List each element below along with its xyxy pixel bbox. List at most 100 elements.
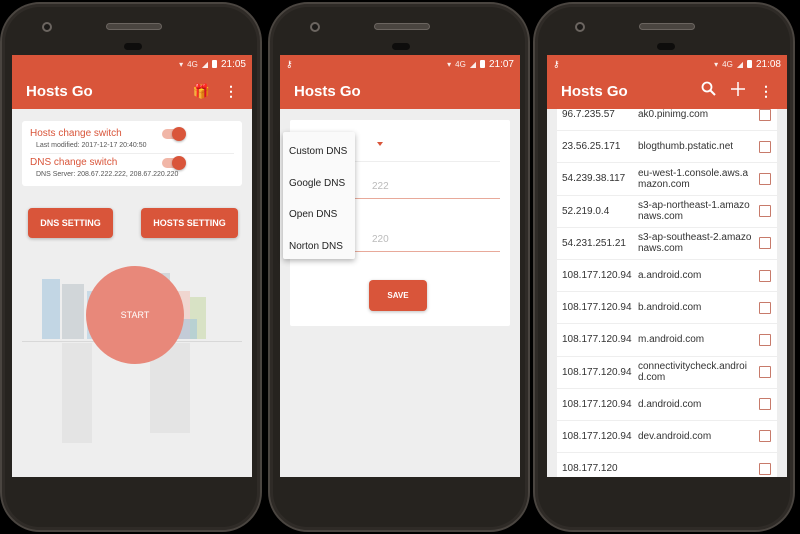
- status-time: 21:05: [220, 58, 246, 70]
- phone-dns-screen: ⚷ ▾ 4G ◢ 21:07 Hosts Go 222 220 SAVE Cus…: [268, 2, 530, 532]
- host-ip: 23.56.25.171: [562, 141, 621, 153]
- host-name: dev.android.com: [638, 430, 712, 442]
- earpiece-speaker: [639, 23, 695, 30]
- dns-server-text: DNS Server: 208.67.222.222, 208.67.220.2…: [36, 171, 179, 178]
- host-ip: 96.7.235.57: [562, 109, 615, 121]
- host-ip: 108.177.120.94: [562, 366, 632, 378]
- hosts-setting-button[interactable]: HOSTS SETTING: [141, 208, 238, 238]
- host-checkbox[interactable]: [759, 140, 771, 153]
- host-row[interactable]: 108.177.120: [557, 453, 777, 477]
- host-name: m.android.com: [638, 334, 705, 346]
- menu-item-norton-dns[interactable]: Norton DNS: [283, 231, 355, 263]
- front-camera: [575, 22, 585, 32]
- app-bar: ⚷ ▾ 4G ◢ 21:08 Hosts Go ⋮: [547, 55, 787, 109]
- gift-icon[interactable]: 🎁: [193, 83, 210, 100]
- host-checkbox[interactable]: [759, 109, 771, 121]
- wifi-icon: ▾: [447, 59, 452, 69]
- menu-item-open-dns[interactable]: Open DNS: [283, 199, 355, 231]
- app-title: Hosts Go: [294, 82, 361, 100]
- search-icon[interactable]: [701, 81, 717, 102]
- menu-item-google-dns[interactable]: Google DNS: [283, 168, 355, 200]
- lte-icon: 4G: [722, 59, 733, 69]
- host-row[interactable]: 108.177.120.94 b.android.com: [557, 292, 777, 325]
- host-checkbox[interactable]: [759, 237, 771, 250]
- dns-change-toggle[interactable]: [162, 156, 186, 170]
- app-bar: ▾ 4G ◢ 21:05 Hosts Go 🎁 ⋮: [12, 55, 252, 109]
- host-ip: 108.177.120.94: [562, 334, 632, 346]
- host-row[interactable]: 54.231.251.21 s3-ap-southeast-2.amazonaws…: [557, 228, 777, 260]
- host-name: a.android.com: [638, 270, 702, 282]
- host-row[interactable]: 108.177.120.94 d.android.com: [557, 389, 777, 421]
- host-ip: 108.177.120.94: [562, 302, 632, 314]
- screen-hosts-list: ⚷ ▾ 4G ◢ 21:08 Hosts Go ⋮ 96.7.235.57 ak…: [547, 55, 787, 477]
- host-ip: 108.177.120.94: [562, 398, 632, 410]
- host-ip: 54.231.251.21: [562, 237, 626, 249]
- host-checkbox[interactable]: [759, 462, 771, 475]
- wifi-icon: ▾: [714, 59, 719, 69]
- more-vert-icon[interactable]: ⋮: [224, 84, 238, 98]
- dns-provider-dropdown: Custom DNS Google DNS Open DNS Norton DN…: [283, 132, 355, 259]
- host-row[interactable]: 108.177.120.94 connectivitycheck.android.…: [557, 357, 777, 389]
- add-icon[interactable]: [731, 81, 745, 101]
- battery-icon: [479, 60, 485, 68]
- status-bar: ⚷ ▾ 4G ◢ 21:07: [280, 55, 520, 73]
- host-row[interactable]: 108.177.120.94 m.android.com: [557, 324, 777, 357]
- host-name: s3-ap-southeast-2.amazonaws.com: [638, 232, 752, 255]
- building: [42, 279, 60, 339]
- app-title: Hosts Go: [561, 82, 628, 100]
- proximity-sensor: [124, 43, 142, 50]
- front-camera: [42, 22, 52, 32]
- dns-switch-row: DNS change switch DNS Server: 208.67.222…: [30, 153, 234, 182]
- front-camera: [310, 22, 320, 32]
- status-time: 21:07: [488, 58, 514, 70]
- earpiece-speaker: [106, 23, 162, 30]
- host-name: d.android.com: [638, 398, 702, 410]
- host-checkbox[interactable]: [759, 269, 771, 282]
- save-button[interactable]: SAVE: [369, 280, 427, 311]
- reflection: [62, 343, 92, 443]
- toolbar: Hosts Go: [280, 73, 520, 109]
- start-button[interactable]: START: [86, 266, 184, 364]
- app-title: Hosts Go: [26, 82, 93, 100]
- host-checkbox[interactable]: [759, 366, 771, 379]
- host-checkbox[interactable]: [759, 205, 771, 218]
- phone-main-screen: ▾ 4G ◢ 21:05 Hosts Go 🎁 ⋮ Hosts change s…: [0, 2, 262, 532]
- stage: ▾ 4G ◢ 21:05 Hosts Go 🎁 ⋮ Hosts change s…: [0, 0, 800, 534]
- toolbar: Hosts Go 🎁 ⋮: [12, 73, 252, 109]
- signal-icon: ◢: [736, 59, 743, 69]
- host-name: blogthumb.pstatic.net: [638, 141, 734, 153]
- lte-icon: 4G: [455, 59, 466, 69]
- host-checkbox[interactable]: [759, 398, 771, 411]
- host-name: b.android.com: [638, 302, 702, 314]
- host-ip: 52.219.0.4: [562, 205, 610, 217]
- menu-item-custom-dns[interactable]: Custom DNS: [283, 136, 355, 168]
- host-checkbox[interactable]: [759, 172, 771, 185]
- screen-main: ▾ 4G ◢ 21:05 Hosts Go 🎁 ⋮ Hosts change s…: [12, 55, 252, 477]
- host-checkbox[interactable]: [759, 333, 771, 346]
- dropdown-arrow-icon[interactable]: [377, 142, 383, 146]
- host-row[interactable]: 54.239.38.117 eu-west-1.console.aws.amazo…: [557, 163, 777, 196]
- earpiece-speaker: [374, 23, 430, 30]
- host-row[interactable]: 108.177.120.94 a.android.com: [557, 260, 777, 293]
- host-checkbox[interactable]: [759, 301, 771, 314]
- wifi-icon: ▾: [179, 59, 184, 69]
- host-row[interactable]: 108.177.120.94 dev.android.com: [557, 421, 777, 454]
- last-modified-text: Last modified: 2017-12-17 20:40:50: [36, 142, 147, 149]
- hosts-list: 96.7.235.57 ak0.pinimg.com 23.56.25.171 blo…: [557, 109, 777, 477]
- building: [62, 284, 84, 339]
- toolbar: Hosts Go ⋮: [547, 73, 787, 109]
- host-row[interactable]: 96.7.235.57 ak0.pinimg.com: [557, 109, 777, 132]
- screen-dns-setting: ⚷ ▾ 4G ◢ 21:07 Hosts Go 222 220 SAVE: [280, 55, 520, 477]
- host-row[interactable]: 52.219.0.4 s3-ap-northeast-1.amazonaws.co…: [557, 196, 777, 228]
- toggle-knob: [172, 127, 186, 141]
- more-vert-icon[interactable]: ⋮: [759, 84, 773, 98]
- dns-setting-button[interactable]: DNS SETTING: [28, 208, 113, 238]
- proximity-sensor: [657, 43, 675, 50]
- lte-icon: 4G: [187, 59, 198, 69]
- proximity-sensor: [392, 43, 410, 50]
- battery-icon: [746, 60, 752, 68]
- host-row[interactable]: 23.56.25.171 blogthumb.pstatic.net: [557, 131, 777, 164]
- app-bar: ⚷ ▾ 4G ◢ 21:07 Hosts Go: [280, 55, 520, 109]
- host-checkbox[interactable]: [759, 430, 771, 443]
- hosts-change-toggle[interactable]: [162, 127, 186, 141]
